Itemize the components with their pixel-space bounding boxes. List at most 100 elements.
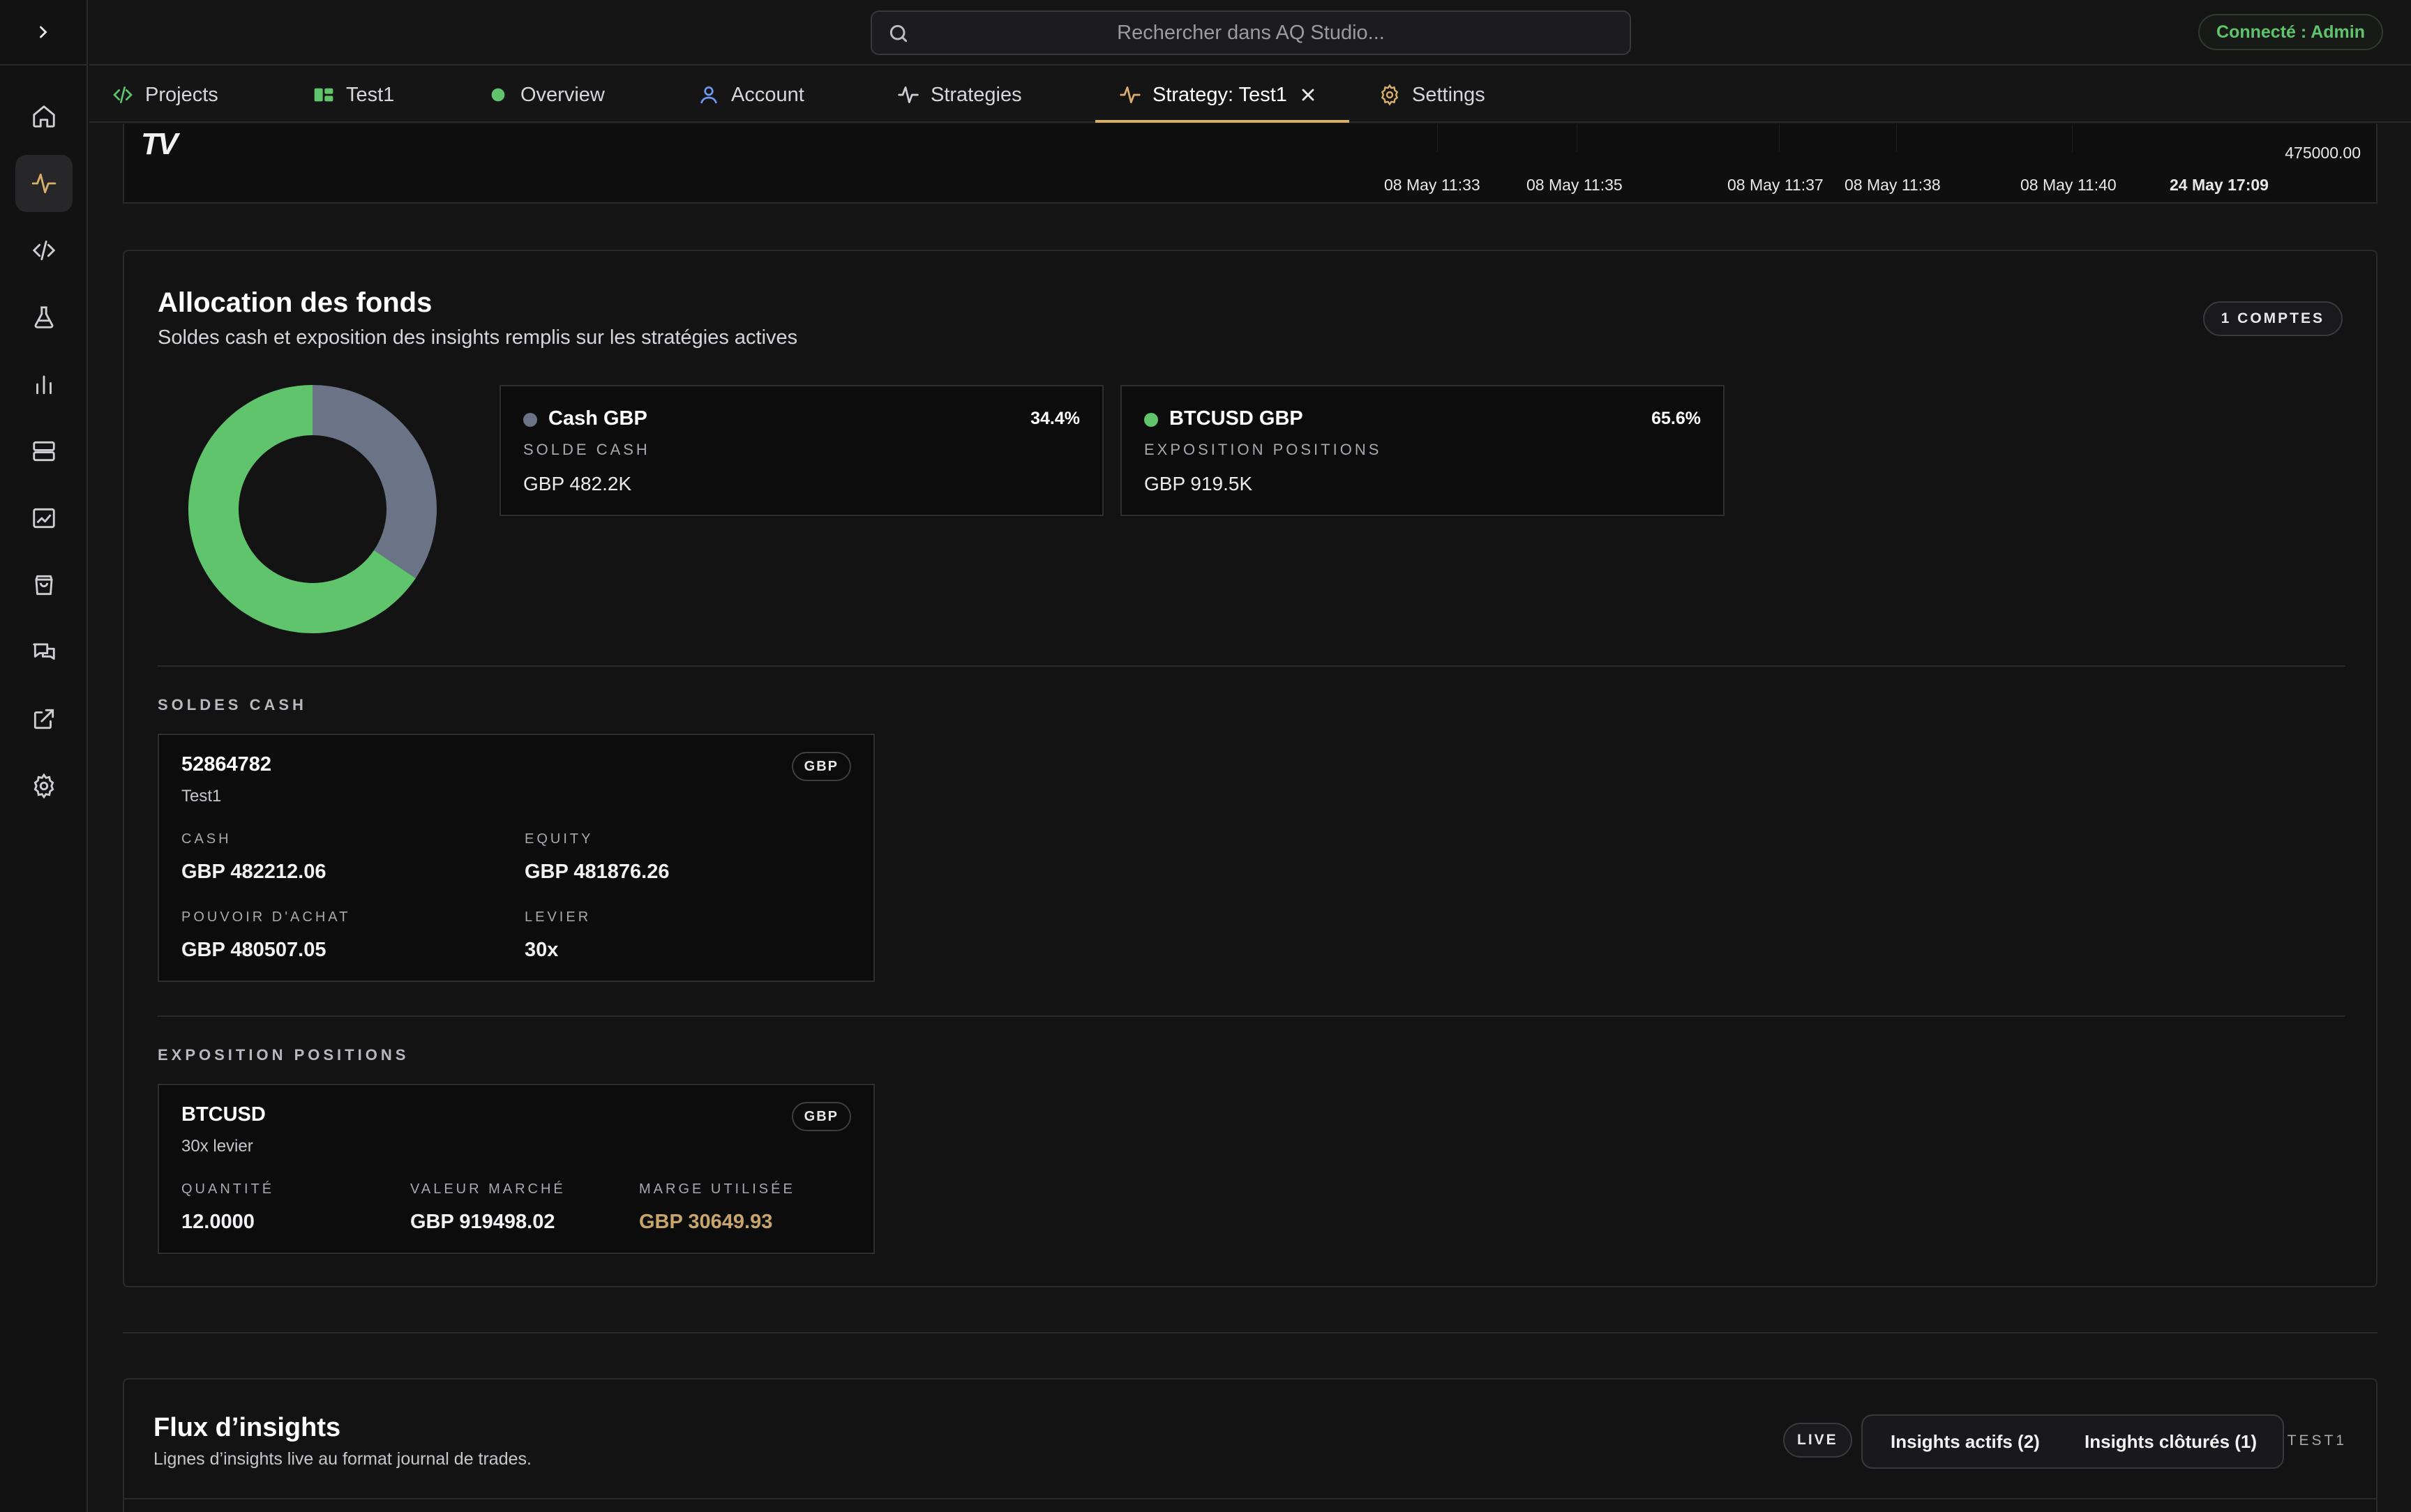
currency-badge: GBP xyxy=(791,1102,851,1131)
legend-dot xyxy=(1144,413,1158,427)
code-icon xyxy=(113,86,133,103)
activity-icon xyxy=(31,173,57,194)
code-icon xyxy=(32,240,56,261)
sidebar-item-settings[interactable] xyxy=(15,757,73,815)
insights-filter-toggle: Insights actifs (2) Insights clôturés (1… xyxy=(1861,1414,2284,1469)
connection-status-badge: Connecté : Admin xyxy=(2198,14,2383,50)
tab-strategy-test1[interactable]: Strategy: Test1 xyxy=(1119,67,1318,123)
tradingview-logo: TV xyxy=(141,127,178,161)
market-value-value: GBP 919498.02 xyxy=(410,1211,555,1233)
tab-bar: Projects Test1 Overview Account Strategi… xyxy=(89,67,2411,123)
tab-settings[interactable]: Settings xyxy=(1379,67,1485,123)
quantity-value: 12.0000 xyxy=(181,1211,255,1233)
grid-line xyxy=(1437,124,1438,152)
allocation-item-name: BTCUSD GBP xyxy=(1169,407,1303,430)
tab-label: Account xyxy=(731,83,804,106)
time-axis-label: 24 May 17:09 xyxy=(2170,176,2269,194)
market-value-label: VALEUR MARCHÉ xyxy=(410,1181,566,1197)
sidebar-expand-button[interactable] xyxy=(0,0,87,66)
sidebar-item-charts[interactable] xyxy=(15,490,73,547)
tab-label: Settings xyxy=(1412,83,1485,106)
search-input[interactable]: Rechercher dans AQ Studio... xyxy=(871,10,1631,55)
cash-value: GBP 482212.06 xyxy=(181,861,326,883)
cash-label: CASH xyxy=(181,831,232,847)
closed-insights-button[interactable]: Insights clôturés (1) xyxy=(2085,1416,2257,1467)
legend-dot xyxy=(523,413,537,427)
equity-label: EQUITY xyxy=(525,831,594,847)
close-icon[interactable] xyxy=(1298,85,1318,105)
flask-icon xyxy=(34,306,54,328)
cash-account-card: 52864782 Test1 GBP CASH GBP 482212.06 EQ… xyxy=(158,734,875,982)
time-axis-label: 08 May 11:33 xyxy=(1384,176,1480,194)
insights-card: Flux d’insights Lignes d’insights live a… xyxy=(123,1378,2378,1512)
buying-power-value: GBP 480507.05 xyxy=(181,939,326,961)
server-icon xyxy=(33,441,55,462)
positions-section-label: EXPOSITION POSITIONS xyxy=(158,1046,410,1064)
card-divider xyxy=(124,1498,2376,1499)
active-insights-button[interactable]: Insights actifs (2) xyxy=(1891,1416,2040,1467)
allocation-item-value: GBP 919.5K xyxy=(1144,473,1253,494)
tab-label: Overview xyxy=(520,83,605,106)
activity-icon xyxy=(898,86,919,103)
home-icon xyxy=(33,105,55,128)
sidebar-item-lab[interactable] xyxy=(15,289,73,346)
allocation-item-cash: Cash GBP 34.4% SOLDE CASH GBP 482.2K xyxy=(500,385,1104,516)
sidebar-item-strategies[interactable] xyxy=(15,155,73,212)
allocation-item-btcusd: BTCUSD GBP 65.6% EXPOSITION POSITIONS GB… xyxy=(1120,385,1725,516)
sidebar-item-external[interactable] xyxy=(15,690,73,748)
tab-label: Projects xyxy=(145,83,218,106)
external-link-icon xyxy=(33,709,54,729)
leverage-label: LEVIER xyxy=(525,909,592,925)
strategy-tag: TEST1 xyxy=(2287,1432,2347,1449)
allocation-item-percent: 34.4% xyxy=(1030,409,1080,428)
sidebar-item-chat[interactable] xyxy=(15,623,73,681)
cash-section-label: SOLDES CASH xyxy=(158,696,307,713)
leverage-value: 30x xyxy=(525,939,559,961)
buying-power-label: POUVOIR D'ACHAT xyxy=(181,909,351,925)
section-divider xyxy=(158,1015,2345,1017)
status-dot-icon xyxy=(491,88,505,102)
allocation-item-type: SOLDE CASH xyxy=(523,441,650,458)
grid-line xyxy=(2072,124,2073,152)
sidebar-item-code[interactable] xyxy=(15,222,73,279)
project-icon xyxy=(314,88,333,102)
allocation-donut-chart xyxy=(188,385,437,633)
price-chart[interactable]: TV 475000.00 08 May 11:33 08 May 11:35 0… xyxy=(123,124,2378,204)
chat-icon xyxy=(33,643,55,660)
time-axis-label: 08 May 11:38 xyxy=(1845,176,1941,194)
sidebar xyxy=(0,0,88,1512)
margin-used-value: GBP 30649.93 xyxy=(639,1211,773,1233)
tab-overview[interactable]: Overview xyxy=(487,67,605,123)
line-chart-icon xyxy=(33,508,55,529)
allocation-card: Allocation des fonds Soldes cash et expo… xyxy=(123,250,2378,1287)
allocation-item-value: GBP 482.2K xyxy=(523,473,632,494)
gear-icon xyxy=(1381,84,1399,106)
shopping-bag-icon xyxy=(35,575,53,596)
position-leverage: 30x levier xyxy=(181,1137,253,1156)
sidebar-item-data[interactable] xyxy=(15,423,73,480)
time-axis-label: 08 May 11:40 xyxy=(2020,176,2117,194)
tab-account[interactable]: Account xyxy=(698,67,804,123)
section-divider xyxy=(158,665,2345,667)
search-icon xyxy=(889,24,908,43)
grid-line xyxy=(1779,124,1780,152)
sidebar-item-home[interactable] xyxy=(15,88,73,145)
price-axis-label: 475000.00 xyxy=(2285,144,2361,162)
sidebar-item-analytics[interactable] xyxy=(15,356,73,413)
position-symbol: BTCUSD xyxy=(181,1103,266,1126)
bar-chart-icon xyxy=(36,375,52,395)
equity-value: GBP 481876.26 xyxy=(525,861,670,883)
live-badge: LIVE xyxy=(1783,1423,1852,1458)
time-axis-label: 08 May 11:35 xyxy=(1526,176,1623,194)
section-separator xyxy=(123,1332,2378,1333)
tab-projects[interactable]: Projects xyxy=(112,67,218,123)
margin-used-label: MARGE UTILISÉE xyxy=(639,1181,795,1197)
tab-strategies[interactable]: Strategies xyxy=(897,67,1022,123)
sidebar-item-market[interactable] xyxy=(15,557,73,614)
time-axis-label: 08 May 11:37 xyxy=(1727,176,1824,194)
active-tab-indicator xyxy=(1095,120,1349,123)
tab-label: Strategies xyxy=(931,83,1022,106)
tab-test1[interactable]: Test1 xyxy=(313,67,394,123)
search-placeholder: Rechercher dans AQ Studio... xyxy=(1117,21,1385,44)
grid-line xyxy=(1896,124,1897,152)
